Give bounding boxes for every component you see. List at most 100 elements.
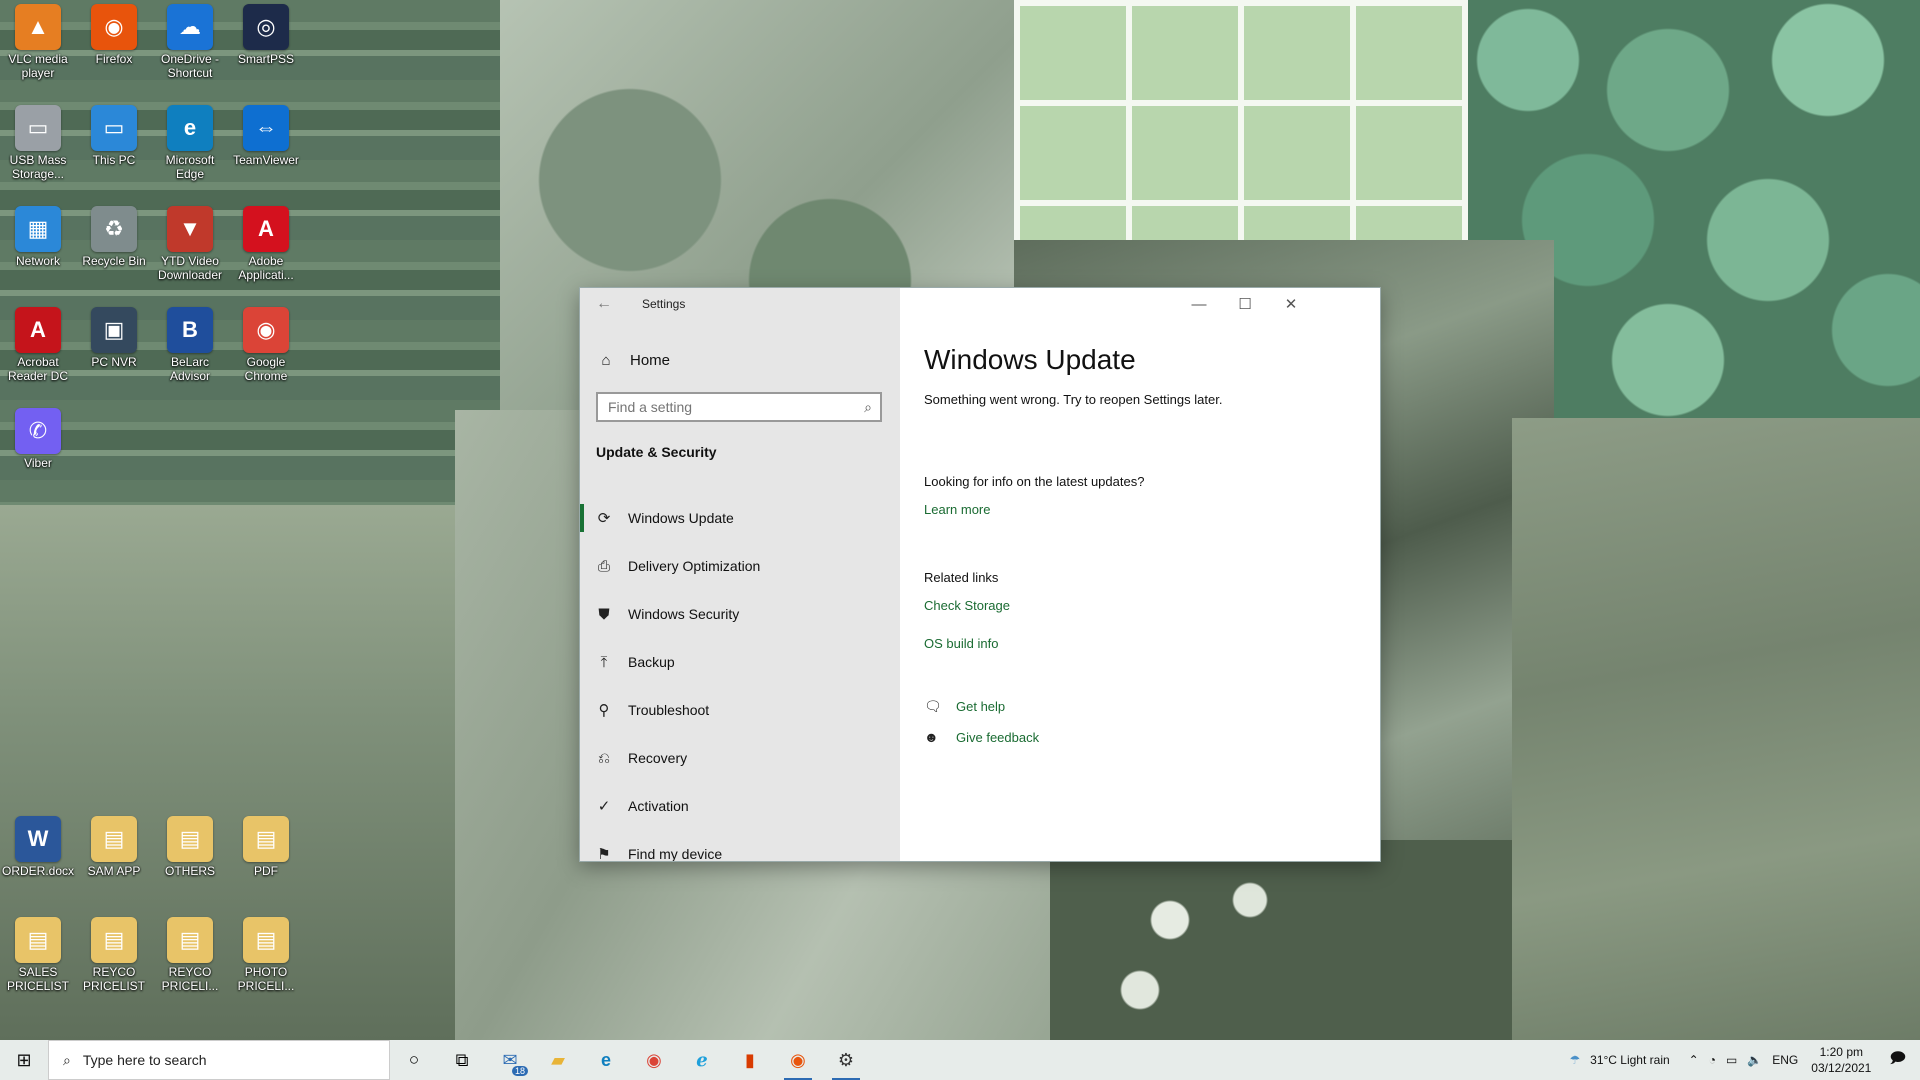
- desktop-icon[interactable]: e Microsoft Edge: [152, 101, 228, 181]
- home-icon: ⌂: [601, 351, 611, 369]
- desktop-icon-label: Google Chrome: [244, 355, 288, 383]
- help-chat-icon: 🗨: [924, 698, 942, 714]
- meet-now-icon[interactable]: ◔: [1709, 1053, 1716, 1067]
- cortana-button[interactable]: ○: [390, 1040, 438, 1080]
- search-icon[interactable]: ⌕: [864, 399, 872, 416]
- desktop-icon[interactable]: ▤ OTHERS: [152, 812, 228, 878]
- get-help-link[interactable]: 🗨 Get help: [924, 698, 1005, 715]
- desktop-icon[interactable]: A Adobe Applicati...: [228, 202, 304, 282]
- os-build-info-link[interactable]: OS build info: [924, 636, 998, 651]
- desktop-icon[interactable]: ✆ Viber: [0, 404, 76, 470]
- volume-icon[interactable]: 🔈: [1747, 1053, 1762, 1067]
- desktop-icon[interactable]: ▤ PDF: [228, 812, 304, 878]
- minimize-button[interactable]: —: [1176, 288, 1222, 320]
- give-feedback-link[interactable]: ☻ Give feedback: [924, 729, 1039, 745]
- desktop-icon[interactable]: ▤ SALES PRICELIST: [0, 913, 76, 993]
- desktop-icon-label: Network: [15, 254, 60, 268]
- taskbar: ⊞ ⌕ Type here to search ○ ⧉ ✉ 18 ▰ e ◉ ℯ …: [0, 1040, 1920, 1080]
- nav-home-label: Home: [630, 351, 671, 369]
- taskbar-settings[interactable]: ⚙: [822, 1040, 870, 1080]
- taskbar-edge[interactable]: e: [582, 1040, 630, 1080]
- nav-home[interactable]: ⌂ Home: [596, 344, 670, 376]
- desktop-icon-label: PHOTO PRICELI...: [237, 965, 295, 993]
- nav-list: ⟳ Windows Update ⎙ Delivery Optimization ⛊ Wi…: [580, 494, 900, 861]
- check-storage-link[interactable]: Check Storage: [924, 598, 1010, 613]
- taskbar-mail[interactable]: ✉ 18: [486, 1040, 534, 1080]
- clock[interactable]: 1:20 pm 03/12/2021: [1811, 1044, 1871, 1076]
- back-arrow-icon: ←: [596, 295, 612, 312]
- search-input[interactable]: [598, 394, 858, 420]
- network-icon[interactable]: ▭: [1726, 1053, 1737, 1067]
- app-icon: ▤: [91, 917, 137, 963]
- window-title: Settings: [642, 297, 686, 311]
- gear-icon: ⚙: [837, 1049, 855, 1070]
- taskbar-office[interactable]: ▮: [726, 1040, 774, 1080]
- nav-item[interactable]: ⎌ Recovery: [580, 734, 900, 782]
- taskbar-file-explorer[interactable]: ▰: [534, 1040, 582, 1080]
- settings-content: — ☐ ✕ Windows Update Something went wron…: [900, 288, 1380, 861]
- taskbar-firefox[interactable]: ◉: [774, 1040, 822, 1080]
- nav-item[interactable]: ⎙ Delivery Optimization: [580, 542, 900, 590]
- desktop-icon[interactable]: ◎ SmartPSS: [228, 0, 304, 66]
- close-button[interactable]: ✕: [1268, 288, 1314, 320]
- desktop-icon[interactable]: ♻ Recycle Bin: [76, 202, 152, 268]
- desktop-icon[interactable]: ▤ REYCO PRICELIST: [76, 913, 152, 993]
- taskbar-chrome[interactable]: ◉: [630, 1040, 678, 1080]
- desktop-icon-label: TeamViewer: [233, 153, 299, 167]
- nav-item-icon: ⟳: [597, 510, 611, 527]
- taskbar-search[interactable]: ⌕ Type here to search: [48, 1040, 390, 1080]
- back-button[interactable]: ←: [580, 288, 628, 320]
- language-indicator[interactable]: ENG: [1772, 1053, 1798, 1067]
- learn-more-link[interactable]: Learn more: [924, 502, 990, 517]
- app-icon: A: [243, 206, 289, 252]
- desktop-icon[interactable]: ▼ YTD Video Downloader: [152, 202, 228, 282]
- desktop-icon[interactable]: ▭ This PC: [76, 101, 152, 167]
- mail-badge: 18: [512, 1066, 529, 1076]
- nav-item-icon: ⛊: [598, 605, 610, 623]
- desktop-icon[interactable]: ▭ USB Mass Storage...: [0, 101, 76, 181]
- internet-explorer-icon: ℯ: [696, 1049, 708, 1070]
- nav-item[interactable]: ⚲ Troubleshoot: [580, 686, 900, 734]
- desktop-icon[interactable]: ◉ Firefox: [76, 0, 152, 66]
- desktop-icon[interactable]: ◉ Google Chrome: [228, 303, 304, 383]
- chevron-up-icon[interactable]: ⌃: [1689, 1053, 1699, 1067]
- nav-item[interactable]: ⛊ Windows Security: [580, 590, 900, 638]
- app-icon: ▭: [91, 105, 137, 151]
- nav-item-label: Windows Update: [628, 510, 734, 526]
- desktop-icon[interactable]: ▤ PHOTO PRICELI...: [228, 913, 304, 993]
- app-icon: ▦: [15, 206, 61, 252]
- taskbar-search-placeholder: Type here to search: [82, 1052, 207, 1068]
- nav-item[interactable]: ⚑ Find my device: [580, 830, 900, 861]
- desktop-icon[interactable]: ▣ PC NVR: [76, 303, 152, 369]
- nav-item[interactable]: ✓ Activation: [580, 782, 900, 830]
- desktop-icon[interactable]: W ORDER.docx: [0, 812, 76, 878]
- nav-item[interactable]: ⤒ Backup: [580, 638, 900, 686]
- maximize-button[interactable]: ☐: [1222, 288, 1268, 320]
- app-icon: ✆: [15, 408, 61, 454]
- desktop-icon[interactable]: B BeLarc Advisor: [152, 303, 228, 383]
- desktop-icon-label: SALES PRICELIST: [6, 965, 69, 993]
- start-button[interactable]: ⊞: [0, 1040, 48, 1080]
- app-icon: ◉: [91, 4, 137, 50]
- desktop-icon-label: PDF: [254, 864, 278, 878]
- desktop-icon[interactable]: A Acrobat Reader DC: [0, 303, 76, 383]
- task-view-button[interactable]: ⧉: [438, 1040, 486, 1080]
- chrome-icon: ◉: [646, 1049, 662, 1070]
- desktop-icon[interactable]: ☁ OneDrive - Shortcut: [152, 0, 228, 80]
- app-icon: e: [167, 105, 213, 151]
- nav-item[interactable]: ⟳ Windows Update: [580, 494, 900, 542]
- nav-item-label: Find my device: [628, 846, 723, 861]
- settings-search-box[interactable]: ⌕: [596, 392, 882, 422]
- weather-text[interactable]: 31°C Light rain: [1590, 1053, 1670, 1067]
- weather-icon[interactable]: ☂: [1569, 1053, 1580, 1067]
- desktop-icon[interactable]: ▲ VLC media player: [0, 0, 76, 80]
- desktop-icon[interactable]: ▤ SAM APP: [76, 812, 152, 878]
- desktop-icon[interactable]: ▦ Network: [0, 202, 76, 268]
- desktop-icon[interactable]: ▤ REYCO PRICELI...: [152, 913, 228, 993]
- nav-item-icon: ⎌: [597, 749, 610, 767]
- desktop-icon[interactable]: ⇔ TeamViewer: [228, 101, 304, 167]
- notification-icon[interactable]: 🗩: [1889, 1048, 1906, 1073]
- desktop-icon-label: VLC media player: [8, 52, 68, 80]
- app-icon: ▤: [91, 816, 137, 862]
- taskbar-ie[interactable]: ℯ: [678, 1040, 726, 1080]
